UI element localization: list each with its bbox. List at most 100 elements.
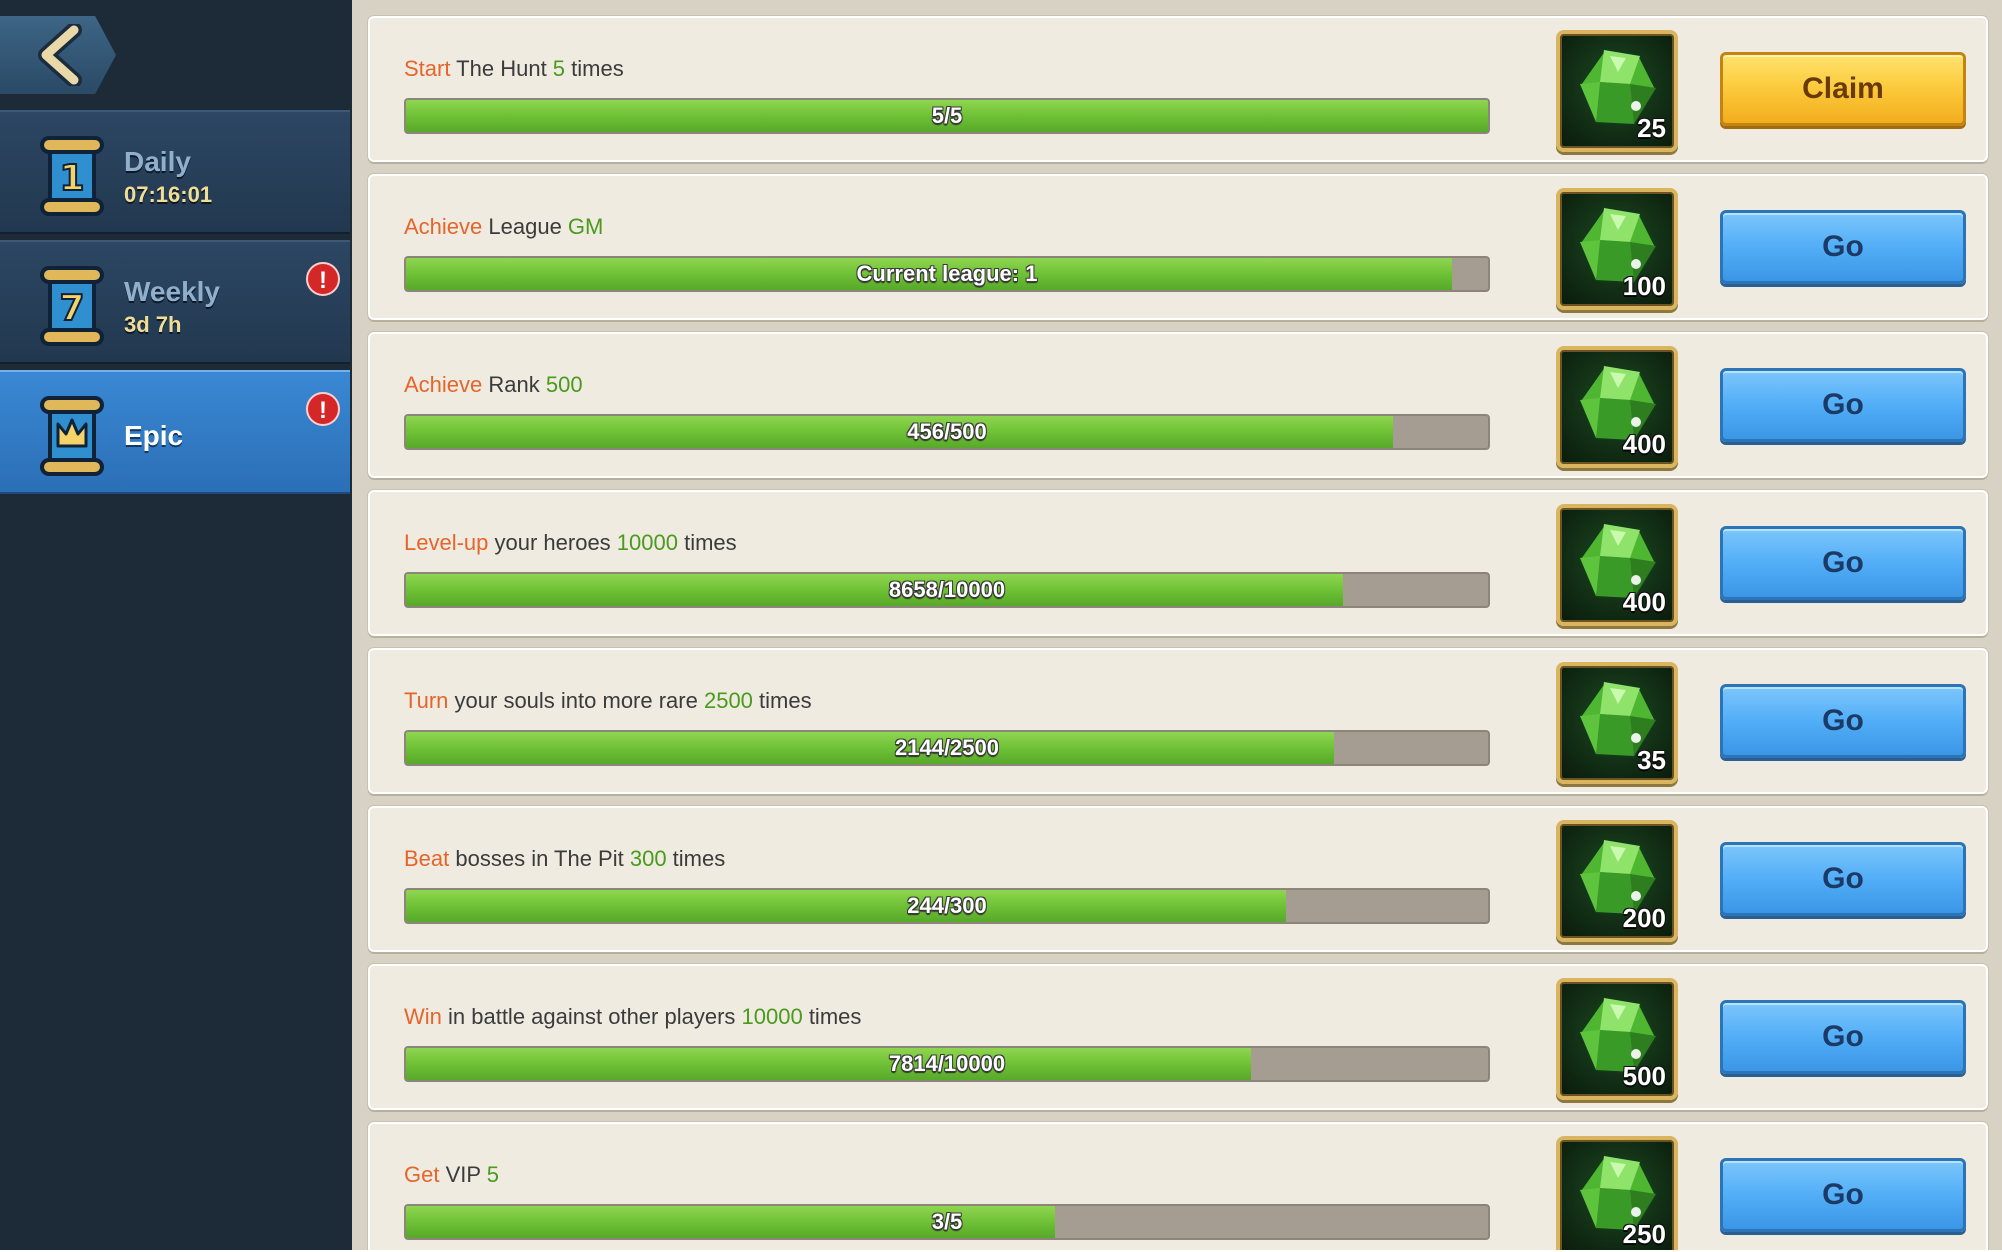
- quest-text: League: [482, 214, 568, 239]
- progress-bar: 7814/10000: [404, 1046, 1490, 1082]
- quest-title: Win in battle against other players 1000…: [404, 1004, 861, 1030]
- go-button[interactable]: Go: [1720, 526, 1966, 600]
- reward-box: 25: [1556, 30, 1678, 152]
- reward-box: 500: [1556, 978, 1678, 1100]
- quest-text: VIP: [439, 1162, 487, 1187]
- reward-box: 35: [1556, 662, 1678, 784]
- quest-card: Achieve League GM Current league: 1 100 …: [368, 174, 1988, 320]
- quest-text-suffix: times: [565, 56, 624, 81]
- progress-bar: 244/300: [404, 888, 1490, 924]
- reward-amount: 500: [1622, 1061, 1666, 1091]
- reward-amount: 400: [1622, 429, 1666, 459]
- reward-box: 250: [1556, 1136, 1678, 1252]
- sidebar-tab-weekly[interactable]: 7 Weekly 3d 7h !: [0, 240, 350, 364]
- alert-badge: !: [306, 392, 340, 426]
- quest-target: 10000: [741, 1004, 803, 1029]
- go-button[interactable]: Go: [1720, 210, 1966, 284]
- quest-target: 300: [629, 846, 667, 871]
- progress-text: 3/5: [931, 1209, 963, 1234]
- sidebar-tab-timer: 3d 7h: [124, 312, 182, 337]
- quest-text-suffix: times: [802, 1004, 862, 1029]
- quest-target: 2500: [703, 688, 753, 713]
- scroll-crown-icon: [40, 396, 104, 476]
- scroll-7-icon: 7: [40, 266, 104, 346]
- quest-target: 500: [545, 372, 583, 397]
- quest-verb: Achieve: [404, 372, 483, 397]
- reward-amount: 250: [1622, 1219, 1666, 1249]
- go-button[interactable]: Go: [1720, 842, 1966, 916]
- quest-card: Achieve Rank 500 456/500 400 Go: [368, 332, 1988, 478]
- sidebar-tab-label: Epic: [124, 420, 184, 451]
- quest-title: Get VIP 5: [404, 1162, 499, 1188]
- scroll-1-icon: 1: [40, 136, 104, 216]
- sidebar-tab-label: Weekly: [124, 276, 220, 307]
- reward-box: 200: [1556, 820, 1678, 942]
- quest-verb: Achieve: [404, 214, 483, 239]
- svg-text:1: 1: [59, 158, 84, 199]
- go-button[interactable]: Go: [1720, 1158, 1966, 1232]
- sidebar-tab-label: Daily: [124, 146, 191, 177]
- quest-card: Win in battle against other players 1000…: [368, 964, 1988, 1110]
- quest-card: Beat bosses in The Pit 300 times 244/300…: [368, 806, 1988, 952]
- quest-text: your souls into more rare: [448, 688, 704, 713]
- alert-badge: !: [306, 262, 340, 296]
- quest-verb: Beat: [404, 846, 450, 871]
- reward-amount: 400: [1622, 587, 1666, 617]
- sidebar-tab-daily[interactable]: 1 Daily 07:16:01: [0, 110, 350, 234]
- progress-bar: 456/500: [404, 414, 1490, 450]
- svg-text:7: 7: [59, 288, 84, 329]
- chevron-left-icon: [38, 24, 82, 86]
- quest-title: Achieve League GM: [404, 214, 603, 240]
- sidebar-tab-epic[interactable]: Epic !: [0, 370, 350, 494]
- quest-card: Start The Hunt 5 times 5/5 25 Claim: [368, 16, 1988, 162]
- reward-amount: 200: [1622, 903, 1666, 933]
- app-window: 1 Daily 07:16:01 7 Weekly 3d 7h ! Epic !…: [0, 0, 2002, 1252]
- progress-text: 8658/10000: [888, 577, 1006, 602]
- back-button[interactable]: [0, 16, 116, 94]
- progress-text: Current league: 1: [856, 261, 1038, 286]
- quest-title: Beat bosses in The Pit 300 times: [404, 846, 725, 872]
- quest-text: in battle against other players: [441, 1004, 742, 1029]
- quest-verb: Start: [404, 56, 451, 81]
- quest-title: Level-up your heroes 10000 times: [404, 530, 737, 556]
- quest-text: Rank: [482, 372, 546, 397]
- progress-bar: 2144/2500: [404, 730, 1490, 766]
- sidebar-tab-timer: 07:16:01: [124, 182, 213, 207]
- progress-bar: Current league: 1: [404, 256, 1490, 292]
- quest-card: Get VIP 5 3/5 250 Go: [368, 1122, 1988, 1252]
- progress-text: 5/5: [931, 103, 963, 128]
- progress-text: 7814/10000: [888, 1051, 1006, 1076]
- progress-text: 2144/2500: [895, 735, 999, 760]
- go-button[interactable]: Go: [1720, 684, 1966, 758]
- quest-title: Achieve Rank 500: [404, 372, 583, 398]
- reward-box: 400: [1556, 346, 1678, 468]
- reward-box: 400: [1556, 504, 1678, 626]
- quest-target: 10000: [616, 530, 678, 555]
- progress-bar: 8658/10000: [404, 572, 1490, 608]
- sidebar: 1 Daily 07:16:01 7 Weekly 3d 7h ! Epic !: [0, 0, 352, 1252]
- quest-text: The Hunt: [450, 56, 553, 81]
- reward-amount: 100: [1622, 271, 1666, 301]
- quest-text: bosses in The Pit: [449, 846, 630, 871]
- quest-text: your heroes: [488, 530, 617, 555]
- quest-target: GM: [567, 214, 604, 239]
- quest-verb: Win: [404, 1004, 442, 1029]
- progress-bar: 3/5: [404, 1204, 1490, 1240]
- quest-list: Start The Hunt 5 times 5/5 25 Claim Achi…: [352, 0, 2002, 1252]
- reward-amount: 35: [1637, 745, 1666, 775]
- claim-button[interactable]: Claim: [1720, 52, 1966, 126]
- quest-verb: Turn: [404, 688, 449, 713]
- quest-title: Start The Hunt 5 times: [404, 56, 624, 82]
- progress-text: 244/300: [907, 893, 987, 918]
- quest-text-suffix: times: [677, 530, 737, 555]
- progress-bar: 5/5: [404, 98, 1490, 134]
- quest-card: Turn your souls into more rare 2500 time…: [368, 648, 1988, 794]
- quest-card: Level-up your heroes 10000 times 8658/10…: [368, 490, 1988, 636]
- quest-verb: Get: [404, 1162, 440, 1187]
- quest-verb: Level-up: [404, 530, 489, 555]
- go-button[interactable]: Go: [1720, 368, 1966, 442]
- quest-target: 5: [486, 1162, 500, 1187]
- quest-title: Turn your souls into more rare 2500 time…: [404, 688, 812, 714]
- quest-text-suffix: times: [666, 846, 726, 871]
- go-button[interactable]: Go: [1720, 1000, 1966, 1074]
